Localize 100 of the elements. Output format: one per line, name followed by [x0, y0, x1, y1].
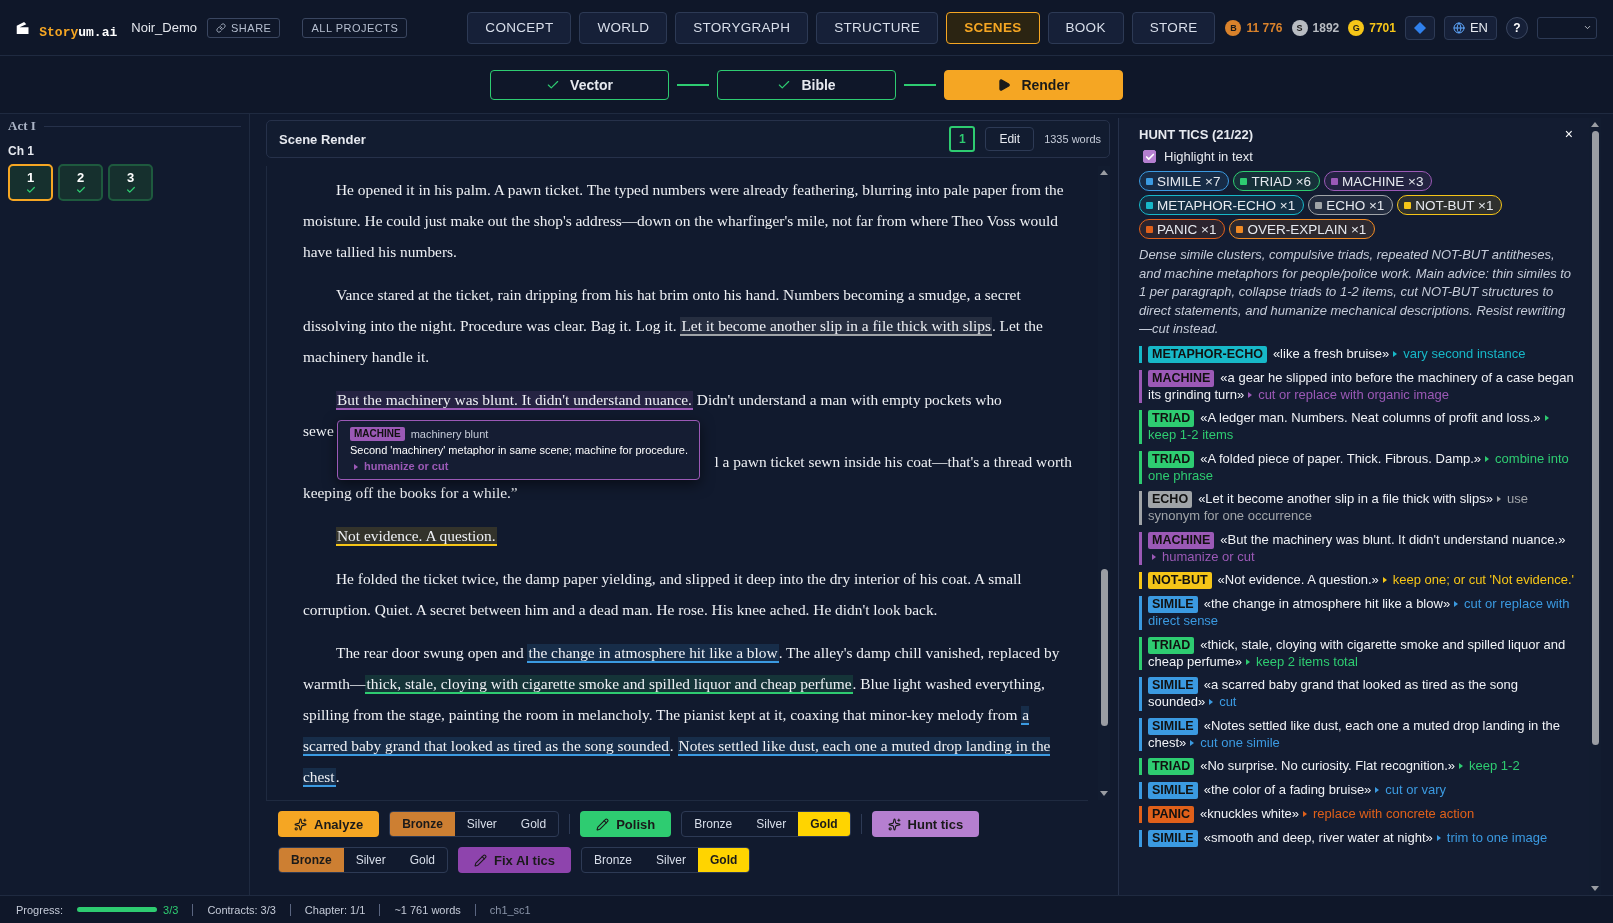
coin-balance: 1892 [1312, 20, 1340, 35]
nav-tab[interactable]: SCENES [946, 11, 1040, 44]
play-icon [997, 77, 1012, 92]
tier-option[interactable]: Gold [798, 812, 850, 836]
diamond-icon [1413, 21, 1426, 34]
word-total: ~1 761 words [394, 903, 461, 916]
diamond-button[interactable] [1404, 15, 1435, 40]
tic-item[interactable]: PANIC «knuckles white» replace with concrete action [1139, 806, 1577, 823]
panel-title: HUNT TICS (21/22) [1139, 126, 1254, 142]
tier-option[interactable]: Bronze [390, 812, 455, 836]
scene-id: ch1_sc1 [489, 903, 531, 916]
tic-filter-chip[interactable]: ECHO ×1 [1308, 195, 1394, 215]
chapter-status: Chapter: 1/1 [304, 903, 366, 916]
tic-item[interactable]: NOT-BUT «Not evidence. A question.» keep one; or cut 'Not evidence.' [1139, 572, 1577, 589]
story-paragraph: He opened it in his palm. A pawn ticket. The typed numbers were already feathering, blurring into pale paper from the moisture. He could just make out the shop's address—down on the wharfinger's mile, not far from where Theo Voss would have tallied his numbers. [303, 180, 1065, 262]
tier-option[interactable]: Bronze [279, 848, 344, 872]
nav-tab[interactable]: BOOK [1047, 11, 1124, 44]
tic-filter-chip[interactable]: METAPHOR-ECHO ×1 [1139, 195, 1305, 215]
pencil-icon [474, 853, 488, 867]
tic-filter-chip[interactable]: PANIC ×1 [1139, 219, 1226, 239]
nav-tab[interactable]: WORLD [579, 11, 668, 44]
tic-filter-chip[interactable]: MACHINE ×3 [1324, 171, 1433, 191]
brand-name: Storyum.ai [39, 25, 118, 40]
tier-option[interactable]: Gold [508, 812, 559, 836]
tic-item[interactable]: SIMILE «a scarred baby grand that looked as tired as the song sounded» cut [1139, 677, 1577, 711]
all-projects-button[interactable]: ALL PROJECTS [302, 17, 408, 38]
tier-option[interactable]: Gold [698, 848, 750, 872]
check-icon [1144, 151, 1155, 162]
scroll-down-icon[interactable] [1100, 791, 1108, 796]
pipeline-step[interactable]: Render [944, 69, 1123, 100]
summary-text: Dense simile clusters, compulsive triads, repeated NOT-BUT antitheses, and machine metaphors for people/police work. Main advice: thin similes to 1 per paragraph, collapse triads to 1-2 items, cut NOT-BUT structures to direct statements, and humanize mechanical descriptions. Resist rewriting—cut instead. [1139, 246, 1573, 338]
nav-tab[interactable]: STORE [1131, 11, 1216, 44]
tic-filter-chip[interactable]: TRIAD ×6 [1233, 171, 1321, 191]
tic-item[interactable]: ECHO «Let it become another slip in a file thick with slips» use synonym for one occurrence [1139, 491, 1577, 525]
story-paragraph: He folded the ticket twice, the damp paper yielding, and slipped it deep into the dry interior of his coat. A small corruption. Quiet. A secret between him and a dead man. He rose. His knee ached. He didn't look back. [303, 569, 1023, 620]
tier-option[interactable]: Gold [397, 848, 448, 872]
tooltip-text: Second 'machinery' metaphor in same scene; machine for procedure. [350, 443, 689, 457]
nav-tab[interactable]: STORYGRAPH [675, 11, 809, 44]
tic-item[interactable]: TRIAD «A ledger man. Numbers. Neat columns of profit and loss.» keep 1-2 items [1139, 410, 1577, 444]
story-paragraph: Vance stared at the ticket, rain dripping from his hat brim onto his hand. Numbers becoming a smudge, a secret dissolving into the night. Procedure was clear. Bag it. Log it. Let it become another slip in a file thick with slips. Let the machinery handle it. [303, 285, 1044, 367]
contracts-status: Contracts: 3/3 [207, 903, 276, 916]
scene-title: Scene Render [279, 131, 366, 147]
coin-balance: 7701 [1369, 20, 1396, 35]
tier-option[interactable]: Silver [644, 848, 699, 872]
tic-item[interactable]: SIMILE «the color of a fading bruise» cut or vary [1139, 782, 1577, 799]
tic-item[interactable]: METAPHOR-ECHO «like a fresh bruise» vary second instance [1139, 345, 1577, 363]
coin-balance: 11 776 [1246, 20, 1283, 35]
scroll-down-icon[interactable] [1591, 886, 1599, 891]
tier-option[interactable]: Bronze [582, 848, 644, 872]
word-count: 1335 words [1044, 133, 1101, 145]
tic-item[interactable]: TRIAD «No surprise. No curiosity. Flat recognition.» keep 1-2 [1139, 758, 1577, 775]
nav-tab[interactable]: CONCEPT [467, 11, 572, 44]
tier-option[interactable]: Silver [454, 812, 509, 836]
progress-reading: 3/3 [163, 903, 179, 916]
scene-button[interactable]: 1 [8, 164, 53, 201]
tic-item[interactable]: SIMILE «Notes settled like dust, each one a muted drop landing in the chest» cut one simile [1139, 717, 1577, 751]
tic-item[interactable]: MACHINE «a gear he slipped into before the machinery of a case began its grinding turn» cut or replace with organic image [1139, 369, 1577, 403]
highlight-checkbox[interactable] [1143, 150, 1156, 163]
tier-option[interactable]: Silver [343, 848, 398, 872]
action-button[interactable]: Hunt tics [871, 811, 980, 837]
language-button[interactable]: EN [1443, 15, 1497, 40]
scroll-up-icon[interactable] [1100, 170, 1108, 175]
arrow-icon [354, 463, 358, 470]
globe-icon [1452, 21, 1465, 34]
scrollbar-thumb[interactable] [1591, 131, 1599, 745]
version-badge[interactable]: 1 [949, 126, 976, 152]
link-icon [216, 22, 226, 33]
action-button[interactable]: Analyze [278, 811, 380, 837]
scene-button[interactable]: 2 [58, 164, 103, 201]
tier-option[interactable]: Bronze [682, 812, 745, 836]
coin-icon: S [1291, 19, 1308, 36]
tic-filter-chip[interactable]: SIMILE ×7 [1139, 171, 1230, 191]
share-button[interactable]: SHARE [207, 17, 281, 38]
checkbox-label: Highlight in text [1164, 149, 1253, 164]
chapter-label: Ch 1 [8, 144, 35, 158]
project-name: Noir_Demo [131, 20, 197, 35]
scroll-up-icon[interactable] [1591, 122, 1599, 127]
tic-item[interactable]: SIMILE «the change in atmosphere hit like a blow» cut or replace with direct sense [1139, 596, 1577, 630]
scrollbar-thumb[interactable] [1100, 568, 1108, 726]
pipeline-step[interactable]: Vector [490, 69, 669, 100]
tic-filter-chip[interactable]: OVER-EXPLAIN ×1 [1229, 219, 1376, 239]
coin-icon: B [1225, 19, 1242, 36]
tic-item[interactable]: TRIAD «A folded piece of paper. Thick. Fibrous. Damp.» combine into one phrase [1139, 450, 1577, 484]
tic-item[interactable]: TRIAD «thick, stale, cloying with cigarette smoke and spilled liquor and cheap perfume» keep 2 items total [1139, 636, 1577, 670]
story-paragraph: Not evidence. A question. [335, 526, 498, 548]
tic-filter-chip[interactable]: NOT-BUT ×1 [1397, 195, 1503, 215]
edit-button[interactable]: Edit [985, 127, 1035, 151]
act-label: Act I [8, 118, 36, 134]
close-button[interactable]: × [1560, 126, 1577, 142]
nav-tab[interactable]: STRUCTURE [816, 11, 939, 44]
pipeline-step[interactable]: Bible [717, 69, 896, 100]
sparkles-icon [294, 817, 307, 831]
tic-item[interactable]: MACHINE «But the machinery was blunt. It didn't understand nuance.» humanize or cut [1139, 531, 1577, 565]
action-button[interactable]: Polish [580, 811, 672, 837]
scene-button[interactable]: 3 [108, 164, 153, 201]
help-button[interactable]: ? [1506, 16, 1528, 39]
tic-item[interactable]: SIMILE «smooth and deep, river water at night» trim to one image [1139, 830, 1577, 847]
story-paragraph: The rear door swung open and the change in atmosphere hit like a blow. The alley's damp chill vanished, replaced by warmth—thick, stale, cloying with cigarette smoke and spilled liquor and cheap perfume. Blue light washed everything, spilling from the stage, painting the room in melancholy. The pianist kept at it, coaxing that minor-key melody from a scarred baby grand that looked as tired as the song sounded. Notes settled like dust, each one a muted drop landing in the chest. [303, 643, 1061, 789]
tier-option[interactable]: Silver [744, 812, 799, 836]
progress-label: Progress: [16, 903, 64, 916]
